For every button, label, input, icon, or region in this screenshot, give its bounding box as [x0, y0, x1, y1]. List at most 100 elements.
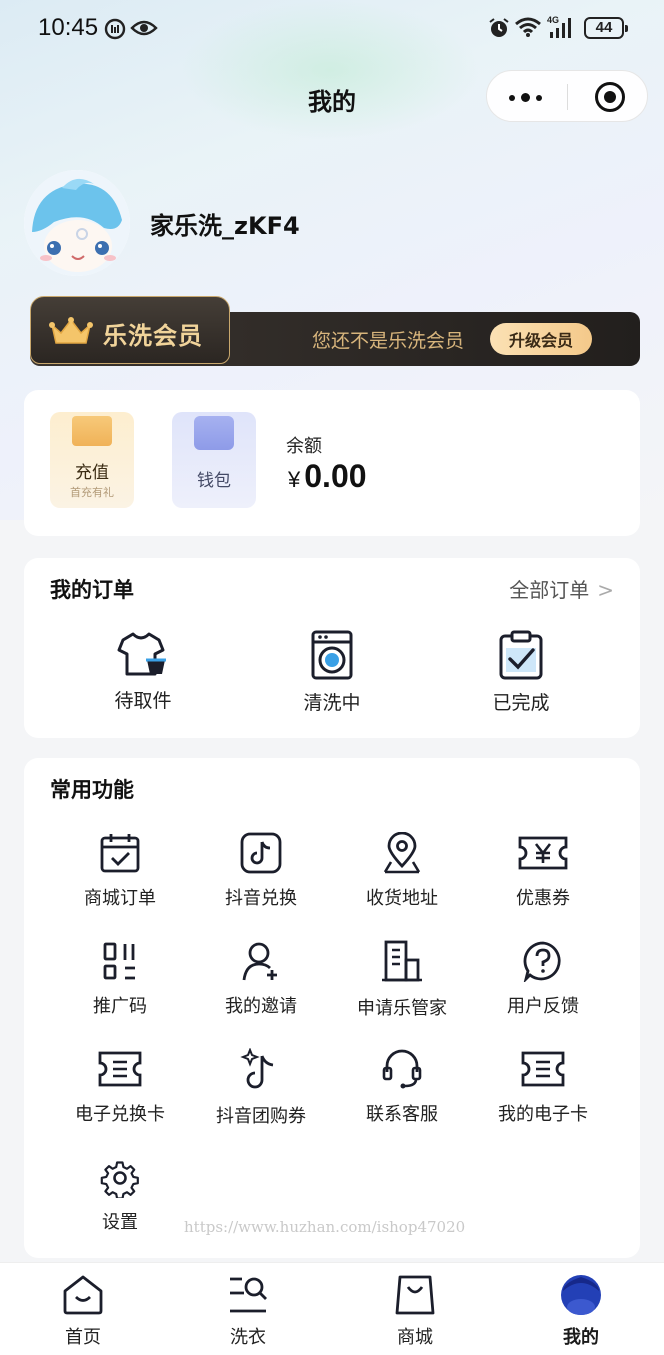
func-my-invites[interactable]: 我的邀请 [191, 940, 331, 1018]
clipboard-check-icon [499, 630, 543, 680]
tab-label: 首页 [65, 1327, 101, 1348]
func-coupons[interactable]: 优惠券 [473, 832, 613, 910]
func-label: 我的邀请 [225, 996, 297, 1017]
func-label: 商城订单 [84, 888, 156, 909]
func-label: 我的电子卡 [498, 1104, 588, 1125]
home-icon [63, 1275, 103, 1315]
tab-label: 洗衣 [230, 1327, 266, 1348]
func-label: 用户反馈 [507, 996, 579, 1017]
all-orders-label: 全部订单 [509, 578, 590, 602]
gear-icon [100, 1161, 139, 1198]
watermark-text: https://www.huzhan.com/ishop47020 [184, 1218, 466, 1236]
func-label: 设置 [102, 1212, 138, 1233]
battery-indicator: 44 [584, 17, 628, 39]
func-douyin-group-coupon[interactable]: 抖音团购券 [191, 1048, 331, 1128]
func-e-redeem-card[interactable]: 电子兑换卡 [50, 1048, 190, 1126]
close-miniprogram-icon[interactable] [595, 82, 625, 112]
balance-label: 余额 [286, 436, 322, 457]
func-label: 收货地址 [366, 888, 438, 909]
washing-machine-icon [311, 630, 353, 680]
ticket-icon [98, 1051, 142, 1087]
eye-icon [130, 20, 158, 36]
alarm-icon [489, 18, 509, 37]
order-status-label: 清洗中 [303, 692, 361, 714]
wifi-icon [515, 17, 541, 37]
profile-icon [561, 1275, 601, 1315]
wallet-button[interactable]: 钱包 [172, 412, 256, 508]
building-icon [382, 940, 422, 982]
func-shipping-address[interactable]: 收货地址 [332, 832, 472, 910]
common-functions-card: 常用功能 商城订单 抖音兑换 收货地址 优惠券 推广码 我的邀请 申请乐管家 用… [24, 758, 640, 1258]
func-label: 电子兑换卡 [75, 1104, 165, 1125]
calendar-check-icon [100, 834, 140, 873]
order-status-label: 已完成 [492, 692, 550, 714]
func-label: 优惠券 [516, 888, 570, 909]
upgrade-membership-button[interactable]: 升级会员 [490, 323, 592, 355]
tab-profile[interactable]: 我的 [526, 1273, 636, 1349]
all-orders-link[interactable]: 全部订单 > [509, 574, 614, 603]
func-label: 抖音兑换 [225, 888, 297, 909]
location-pin-icon [383, 832, 421, 874]
tab-home[interactable]: 首页 [28, 1273, 138, 1349]
wallet-label: 钱包 [197, 471, 231, 491]
recharge-button[interactable]: 充值 首充有礼 [50, 412, 134, 508]
order-status-washing[interactable]: 清洗中 [267, 630, 397, 715]
chevron-right-icon: > [597, 578, 614, 602]
bottom-tab-bar: 首页 洗衣 商城 我的 [0, 1262, 664, 1355]
question-icon [523, 941, 561, 982]
ticket-icon [521, 1051, 565, 1087]
app-status-icon [104, 18, 126, 40]
func-douyin-redeem[interactable]: 抖音兑换 [191, 832, 331, 910]
orders-card: 我的订单 全部订单 > 待取件 清洗中 已完成 [24, 558, 640, 738]
shopping-bag-icon [395, 1275, 435, 1315]
functions-title: 常用功能 [50, 778, 134, 802]
membership-hint: 您还不是乐洗会员 [312, 330, 465, 352]
order-status-pending[interactable]: 待取件 [78, 630, 208, 713]
orders-title: 我的订单 [50, 578, 134, 602]
func-label: 抖音团购券 [216, 1106, 306, 1127]
tab-mall[interactable]: 商城 [360, 1273, 470, 1349]
wallet-icon [194, 416, 234, 450]
func-settings[interactable]: 设置 [50, 1158, 190, 1234]
status-bar: 10:45 4G 44 [0, 0, 664, 56]
qr-code-icon [103, 942, 135, 980]
laundry-search-icon [230, 1277, 267, 1313]
func-promo-code[interactable]: 推广码 [50, 940, 190, 1018]
more-menu-icon[interactable] [509, 93, 542, 102]
tiktok-sparkle-icon [240, 1048, 274, 1089]
balance-amount: ¥0.00 [288, 458, 367, 495]
membership-badge: 乐洗会员 [30, 296, 230, 364]
username: 家乐洗_zKF4 [150, 212, 300, 240]
recharge-subtitle: 首充有礼 [70, 486, 114, 499]
yen-coupon-icon [518, 836, 568, 870]
func-apply-manager[interactable]: 申请乐管家 [332, 940, 472, 1020]
func-mall-orders[interactable]: 商城订单 [50, 832, 190, 910]
membership-badge-label: 乐洗会员 [103, 322, 203, 350]
func-label: 联系客服 [366, 1104, 438, 1125]
func-feedback[interactable]: 用户反馈 [473, 940, 613, 1018]
user-add-icon [242, 942, 277, 981]
status-time: 10:45 [38, 14, 99, 41]
shirt-basket-icon [117, 632, 166, 676]
tab-laundry[interactable]: 洗衣 [193, 1273, 303, 1349]
func-label: 申请乐管家 [357, 998, 447, 1019]
wallet-card: 充值 首充有礼 钱包 余额 ¥0.00 [24, 390, 640, 536]
tab-label: 我的 [563, 1327, 599, 1348]
avatar[interactable] [24, 170, 130, 276]
svg-text:4G: 4G [547, 15, 559, 25]
recharge-box-icon [72, 416, 112, 446]
miniprogram-capsule [486, 70, 648, 122]
order-status-label: 待取件 [114, 690, 172, 712]
signal-icon: 4G [547, 15, 571, 38]
currency-symbol: ¥ [288, 467, 301, 492]
recharge-label: 充值 [75, 463, 109, 483]
mascot-avatar-icon [24, 170, 130, 276]
order-status-completed[interactable]: 已完成 [456, 630, 586, 715]
func-customer-service[interactable]: 联系客服 [332, 1048, 472, 1126]
crown-icon [49, 317, 93, 344]
func-my-e-card[interactable]: 我的电子卡 [473, 1048, 613, 1126]
tiktok-icon [240, 832, 282, 874]
balance-value: 0.00 [304, 458, 367, 494]
headset-icon [382, 1049, 422, 1089]
func-label: 推广码 [93, 996, 147, 1017]
